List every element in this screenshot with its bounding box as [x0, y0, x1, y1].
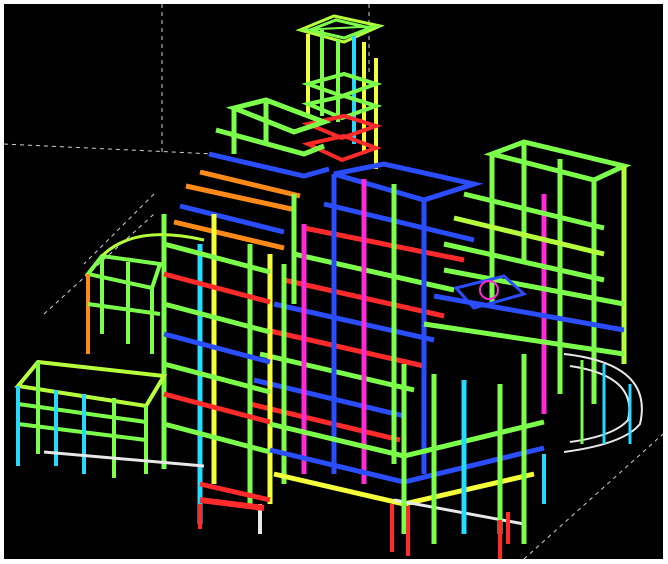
core-floor	[293, 251, 455, 293]
left-annex-upper	[84, 233, 205, 354]
ground-beam	[199, 497, 265, 511]
arc-inner	[569, 365, 631, 443]
annex-roof	[84, 253, 163, 291]
upper-block-floor	[208, 151, 330, 179]
lower-annex-base	[43, 450, 205, 468]
top-tower-roof	[295, 14, 385, 44]
podium-floor	[393, 498, 525, 526]
left-block-floor	[163, 391, 271, 425]
structural-wireframe-model[interactable]	[4, 4, 663, 559]
atrium-ring	[479, 280, 499, 300]
left-block-floor	[199, 481, 271, 503]
right-arc-structure	[563, 353, 643, 453]
podium-floor	[269, 419, 545, 459]
left-block-floor	[163, 271, 271, 305]
grid-line-left-diagonal	[83, 193, 155, 265]
right-tower-floor	[443, 267, 625, 307]
cad-viewport[interactable]	[4, 4, 663, 559]
left-block-floor	[163, 301, 271, 335]
grid-line-left-horizontal	[4, 143, 215, 155]
annex-floor	[87, 302, 161, 316]
left-annex-lower	[14, 359, 205, 478]
grid-line-left-base	[43, 213, 155, 315]
left-block-floor	[163, 361, 271, 395]
core-roof	[333, 161, 484, 203]
left-block-floor	[163, 421, 271, 455]
left-block-floor	[163, 331, 271, 365]
left-block-floor	[163, 241, 271, 275]
